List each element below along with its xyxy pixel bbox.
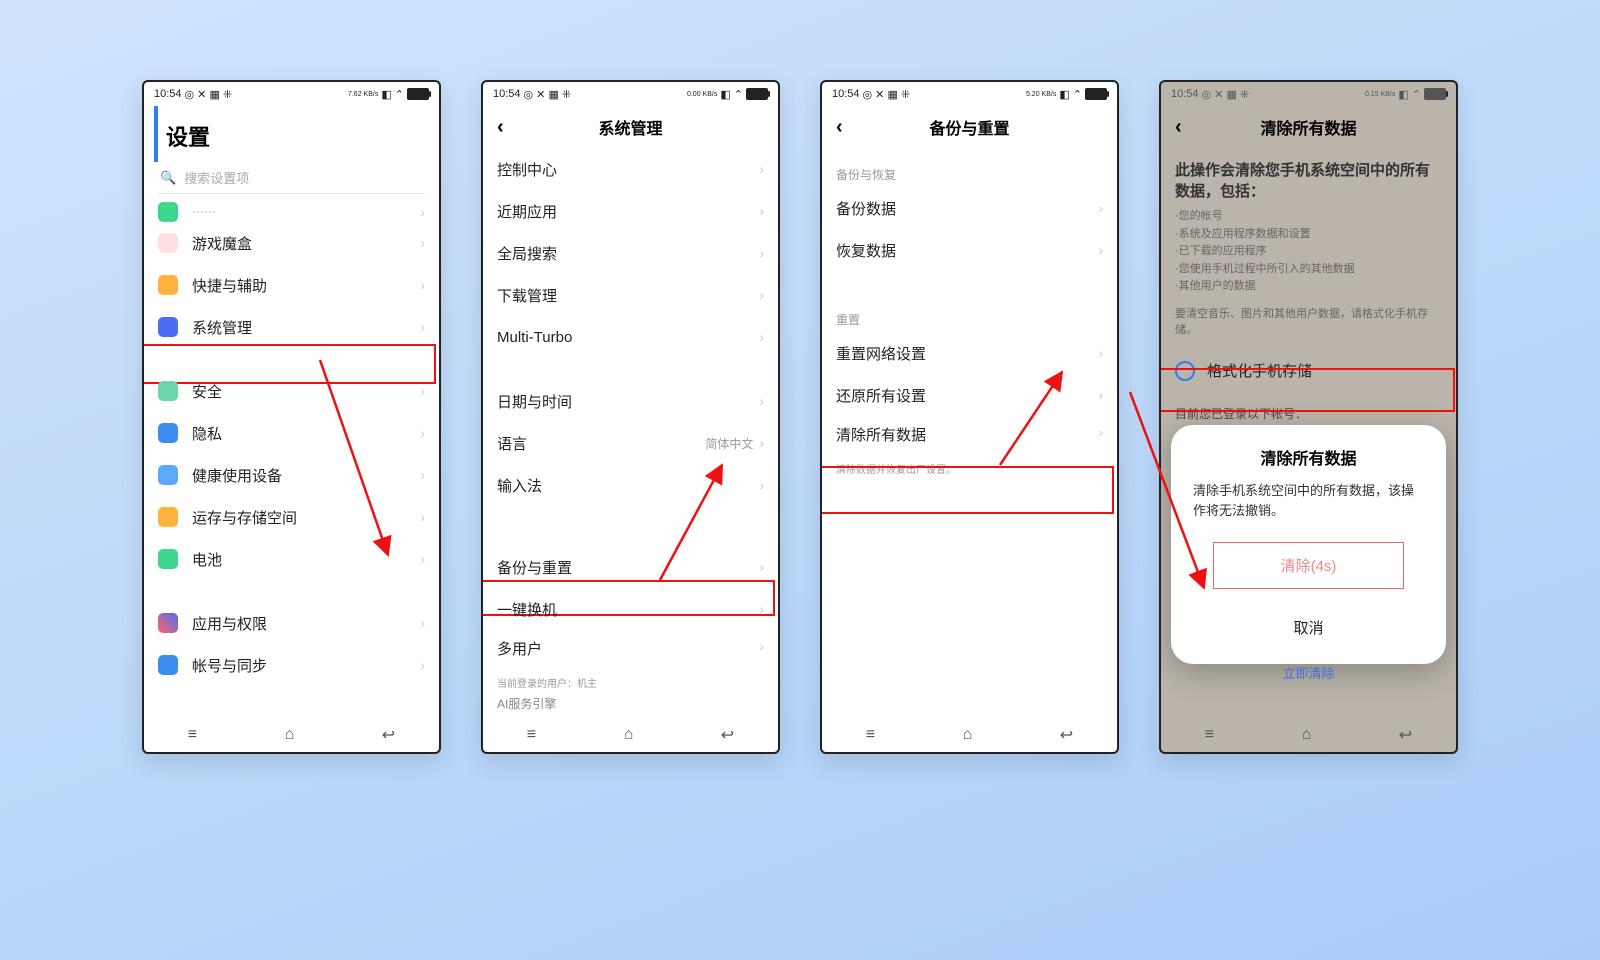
clear-button[interactable]: 清除(4s) [1213, 542, 1404, 589]
search-icon: 🔍 [160, 170, 176, 186]
list-item-security[interactable]: 安全› [158, 370, 425, 412]
list-item-system[interactable]: 系统管理› [158, 306, 425, 348]
nav-menu-icon[interactable]: ≡ [866, 726, 875, 744]
nav-bar: ≡ ⌂ ↩ [144, 718, 439, 752]
immediate-clear-link[interactable]: 立即清除 [1161, 663, 1456, 682]
nav-menu-icon[interactable]: ≡ [188, 726, 197, 744]
format-note: 要清空音乐、图片和其他用户数据，请格式化手机存储。 [1175, 306, 1442, 347]
row-control-center[interactable]: 控制中心› [497, 148, 764, 190]
row-date-time[interactable]: 日期与时间› [497, 380, 764, 422]
phone-4-erase-confirm: 10:54◎ ✕ ▦ ⁜ 0.15 KB/s◧ ⌃ ‹ 清除所有数据 此操作会清… [1159, 80, 1458, 754]
back-icon[interactable]: ‹ [836, 116, 843, 139]
status-bar: 10:54◎ ✕ ▦ ⁜ 0.00 KB/s◧ ⌃ [483, 82, 778, 106]
radio-icon [1175, 361, 1195, 381]
row-multi-user[interactable]: 多用户›当前登录的用户：机主 [497, 630, 764, 688]
row-multi-turbo[interactable]: Multi-Turbo› [497, 316, 764, 358]
row-language[interactable]: 语言简体中文› [497, 422, 764, 464]
list-item-partial[interactable]: ⋯⋯› [158, 202, 425, 222]
row-reset-all[interactable]: 还原所有设置› [836, 374, 1103, 416]
list-item-shortcut[interactable]: 快捷与辅助› [158, 264, 425, 306]
section-backup-restore: 备份与恢复 [836, 148, 1103, 187]
title-bar: ‹ 系统管理 [497, 106, 764, 148]
search-input[interactable]: 🔍 搜索设置项 [158, 162, 425, 194]
back-icon[interactable]: ‹ [497, 116, 504, 139]
dialog-body: 清除手机系统空间中的所有数据，该操作将无法撤销。 [1193, 481, 1424, 520]
row-global-search[interactable]: 全局搜索› [497, 232, 764, 274]
warning-bullets: ·您的帐号 ·系统及应用程序数据和设置 ·已下载的应用程序 ·您使用手机过程中所… [1175, 208, 1442, 306]
status-bar: 10:54◎ ✕ ▦ ⁜ 7.62 KB/s◧ ⌃ [144, 82, 439, 106]
row-restore-data[interactable]: 恢复数据› [836, 229, 1103, 271]
list-item-health[interactable]: 健康使用设备› [158, 454, 425, 496]
confirm-dialog: 清除所有数据 清除手机系统空间中的所有数据，该操作将无法撤销。 清除(4s) 取… [1171, 425, 1446, 664]
list-item-battery[interactable]: 电池› [158, 538, 425, 580]
nav-home-icon[interactable]: ⌂ [1302, 726, 1312, 744]
status-bar: 10:54◎ ✕ ▦ ⁜ 5.20 KB/s◧ ⌃ [822, 82, 1117, 106]
row-download-mgr[interactable]: 下载管理› [497, 274, 764, 316]
nav-back-icon[interactable]: ↩ [721, 725, 734, 745]
nav-bar: ≡ ⌂ ↩ [1161, 718, 1456, 752]
nav-home-icon[interactable]: ⌂ [624, 726, 634, 744]
nav-back-icon[interactable]: ↩ [382, 725, 395, 745]
back-icon[interactable]: ‹ [1175, 116, 1182, 139]
nav-home-icon[interactable]: ⌂ [285, 726, 295, 744]
list-item-privacy[interactable]: 隐私› [158, 412, 425, 454]
nav-back-icon[interactable]: ↩ [1060, 725, 1073, 745]
row-reset-network[interactable]: 重置网络设置› [836, 332, 1103, 374]
row-ai-service[interactable]: AI服务引擎 [497, 688, 764, 718]
list-item-account[interactable]: 帐号与同步› [158, 644, 425, 686]
phone-3-backup-reset: 10:54◎ ✕ ▦ ⁜ 5.20 KB/s◧ ⌃ ‹ 备份与重置 备份与恢复 … [820, 80, 1119, 754]
phone-1-settings: 10:54◎ ✕ ▦ ⁜ 7.62 KB/s◧ ⌃ 设置 🔍 搜索设置项 ⋯⋯›… [142, 80, 441, 754]
row-ime[interactable]: 输入法› [497, 464, 764, 506]
nav-home-icon[interactable]: ⌂ [963, 726, 973, 744]
status-bar: 10:54◎ ✕ ▦ ⁜ 0.15 KB/s◧ ⌃ [1161, 82, 1456, 106]
phone-2-system-management: 10:54◎ ✕ ▦ ⁜ 0.00 KB/s◧ ⌃ ‹ 系统管理 控制中心› 近… [481, 80, 780, 754]
cancel-button[interactable]: 取消 [1193, 605, 1424, 650]
format-storage-option[interactable]: 格式化手机存储 [1175, 347, 1442, 395]
section-reset: 重置 [836, 271, 1103, 332]
list-item-apps[interactable]: 应用与权限› [158, 602, 425, 644]
warning-heading: 此操作会清除您手机系统空间中的所有数据，包括： [1175, 148, 1442, 208]
title-bar: ‹ 备份与重置 [836, 106, 1103, 148]
list-item-storage[interactable]: 运存与存储空间› [158, 496, 425, 538]
nav-bar: ≡ ⌂ ↩ [822, 718, 1117, 752]
dialog-title: 清除所有数据 [1193, 445, 1424, 469]
row-recent-apps[interactable]: 近期应用› [497, 190, 764, 232]
nav-bar: ≡ ⌂ ↩ [483, 718, 778, 752]
row-clone-phone[interactable]: 一键换机› [497, 588, 764, 630]
nav-back-icon[interactable]: ↩ [1399, 725, 1412, 745]
row-backup-data[interactable]: 备份数据› [836, 187, 1103, 229]
title-bar: ‹ 清除所有数据 [1175, 106, 1442, 148]
nav-menu-icon[interactable]: ≡ [1205, 726, 1214, 744]
row-erase-all[interactable]: 清除所有数据›清除数据并恢复出厂设置。 [836, 416, 1103, 474]
row-backup-reset[interactable]: 备份与重置› [497, 546, 764, 588]
page-title: 设置 [154, 106, 425, 162]
nav-menu-icon[interactable]: ≡ [527, 726, 536, 744]
list-item-game[interactable]: 游戏魔盒› [158, 222, 425, 264]
